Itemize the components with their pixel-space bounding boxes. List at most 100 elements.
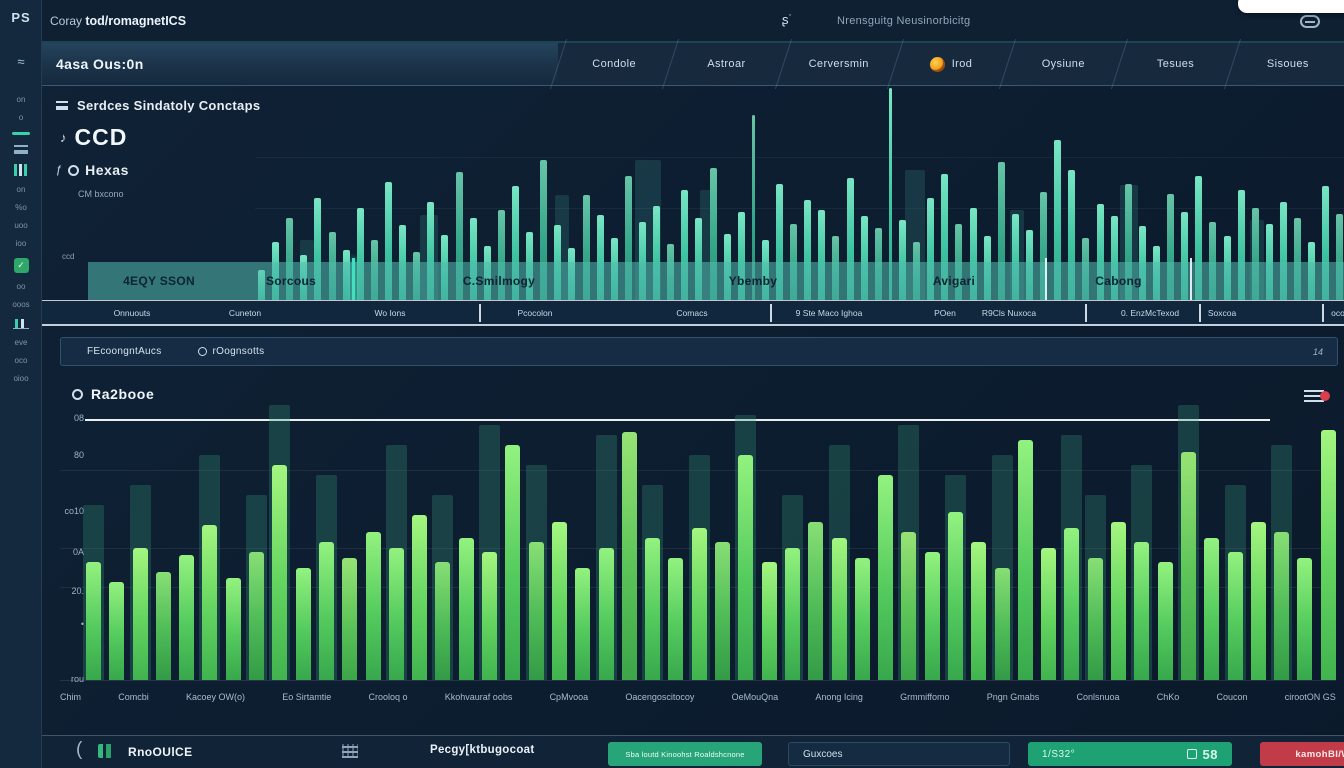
subtitle-note: CM bxcono (78, 189, 124, 199)
sidebar-item-label[interactable]: eve (15, 339, 28, 347)
x-axis-label: Oacengoscitocoy (625, 692, 694, 702)
filter-tab-1[interactable]: FEcoongntAucs (87, 346, 162, 357)
nav-tab-sisoues[interactable]: Sisoues (1232, 43, 1344, 85)
app-window: PS ≈ onoon%ouooioooooooseveocooioo Coray… (0, 0, 1344, 768)
chart-bar (482, 552, 497, 680)
secondary-button[interactable]: Guxcoes (788, 742, 1010, 766)
band-sub-label: Soxcoa (1208, 308, 1236, 318)
sparkline-icon[interactable] (13, 319, 29, 329)
sidebar-item-label[interactable]: on (17, 96, 26, 104)
x-axis-label: cirootON GS (1285, 692, 1336, 702)
sidebar-item-label[interactable]: uoo (14, 222, 27, 230)
chart-bar-group (435, 430, 450, 680)
chart-bar-group (1321, 430, 1336, 680)
nav-tab-oysiune[interactable]: Oysiune (1007, 43, 1119, 85)
sidebar-item-label[interactable]: %o (15, 204, 27, 212)
chart-bar (1228, 552, 1243, 680)
sidebar-item-label[interactable]: oco (15, 357, 28, 365)
chart-bar (459, 538, 474, 680)
sidebar-item-label[interactable]: o (19, 114, 23, 122)
band-sub-label: Wo Ions (374, 308, 405, 318)
chart-bar-group (459, 430, 474, 680)
nav-tab-condole[interactable]: Condole (558, 43, 670, 85)
chart-bar-group (738, 430, 753, 680)
grid-icon[interactable] (342, 744, 358, 758)
globe-icon[interactable] (1300, 15, 1320, 28)
band-sub-label: Onnuouts (114, 308, 151, 318)
nav-tab-irod[interactable]: Irod (895, 43, 1007, 85)
x-axis-label: Kkohvauraf oobs (445, 692, 513, 702)
band-sub-label: POen (934, 308, 956, 318)
middle-action-label[interactable]: Pecgy[ktbugocoat (430, 744, 534, 756)
filter-count: 14 (1313, 347, 1323, 357)
nav-tab-label: Cerversmin (809, 58, 869, 70)
kpi-value: CCD (75, 124, 128, 151)
filter-tab-2[interactable]: rOognsotts (198, 346, 265, 357)
nav-tab-cerversmin[interactable]: Cerversmin (783, 43, 895, 85)
chart-bar-group (552, 430, 567, 680)
chart-bar-group (1204, 430, 1219, 680)
band-sub-label: ocoxceo (1331, 308, 1344, 318)
x-axis-label: Grmmiffomo (900, 692, 949, 702)
bar-chart-icon[interactable] (14, 164, 28, 176)
chart-bar (832, 538, 847, 680)
fullscreen-icon (1187, 749, 1197, 759)
filter-bar: FEcoongntAucs rOognsotts 14 (60, 337, 1338, 366)
timeline-segment[interactable]: Ybemby (643, 262, 863, 300)
app-title-main: tod/romagnetICS (85, 14, 186, 28)
timeline-segment[interactable]: 4EQY SSON (88, 262, 230, 300)
chart-bar (1158, 562, 1173, 680)
nav-tab-tesues[interactable]: Tesues (1119, 43, 1231, 85)
nav-tab-astroar[interactable]: Astroar (670, 43, 782, 85)
chart-bar-group (342, 430, 357, 680)
chart-bar-group (1251, 430, 1266, 680)
chart-bar (342, 558, 357, 680)
timeline-segment[interactable]: Avigari (863, 262, 1045, 300)
band-sub-label: Pcocolon (518, 308, 553, 318)
circle-icon (198, 347, 207, 356)
chart-bar (272, 465, 287, 680)
timeline-segment-label: Cabong (1095, 274, 1141, 288)
chart-bar (179, 555, 194, 680)
chart-bar-group (1228, 430, 1243, 680)
sidebar-item-label[interactable]: oo (17, 283, 26, 291)
chart-bar-group (482, 430, 497, 680)
top-bar: Coray tod/romagnetICS ʂ˙ Nrensguitg Neus… (42, 0, 1344, 43)
y-axis-label: • (40, 619, 84, 629)
sidebar-item-label[interactable]: ioo (16, 240, 27, 248)
sidebar-item-label[interactable]: oioo (13, 375, 28, 383)
chart-bar-group (1041, 430, 1056, 680)
sidebar-items: on o on %o uoo ioo oo ooos eve oco oioo (0, 96, 42, 383)
chart-bar-group (1018, 430, 1033, 680)
timeline-segment[interactable]: Sorcous (230, 262, 352, 300)
search-pill[interactable] (1238, 0, 1344, 13)
chart-bar-group (389, 430, 404, 680)
y-axis-label: 80 (40, 450, 84, 460)
x-axis-label: CpMvooa (550, 692, 589, 702)
primary-action-button[interactable]: Sba loutd Kinoohst Roaldshcnone (608, 742, 762, 766)
chart-bar-group (948, 430, 963, 680)
chart-bar (971, 542, 986, 680)
timeline-segment[interactable]: C.Smilmogy (355, 262, 643, 300)
hamburger-icon[interactable] (56, 101, 68, 110)
menu-lines-icon[interactable] (14, 145, 28, 154)
bottom-bar: ( RnoOUlCE Pecgy[ktbugocoat Sba loutd Ki… (42, 735, 1344, 768)
chart-bar (995, 568, 1010, 680)
danger-button[interactable]: kamohBI/W (1260, 742, 1344, 766)
chart-bar (1134, 542, 1149, 680)
sidebar-item-label[interactable]: ooos (12, 301, 29, 309)
x-axis-label: OeMouQna (732, 692, 779, 702)
sidebar-item-label[interactable]: on (17, 186, 26, 194)
chart-bar-group (1274, 430, 1289, 680)
chart-bar (1111, 522, 1126, 680)
timeline-segment[interactable]: Cabong (1047, 262, 1190, 300)
timeline-segment[interactable] (1192, 262, 1342, 300)
y-axis-label: co10 (40, 506, 84, 516)
stat-panel[interactable]: 1/S32° 58 (1028, 742, 1232, 766)
project-label[interactable]: RnoOUlCE (128, 745, 193, 759)
chart-bar (738, 455, 753, 680)
chart-bar-group (971, 430, 986, 680)
chart-bar-group (179, 430, 194, 680)
chart-bar (296, 568, 311, 680)
status-badge-icon[interactable] (14, 258, 29, 273)
